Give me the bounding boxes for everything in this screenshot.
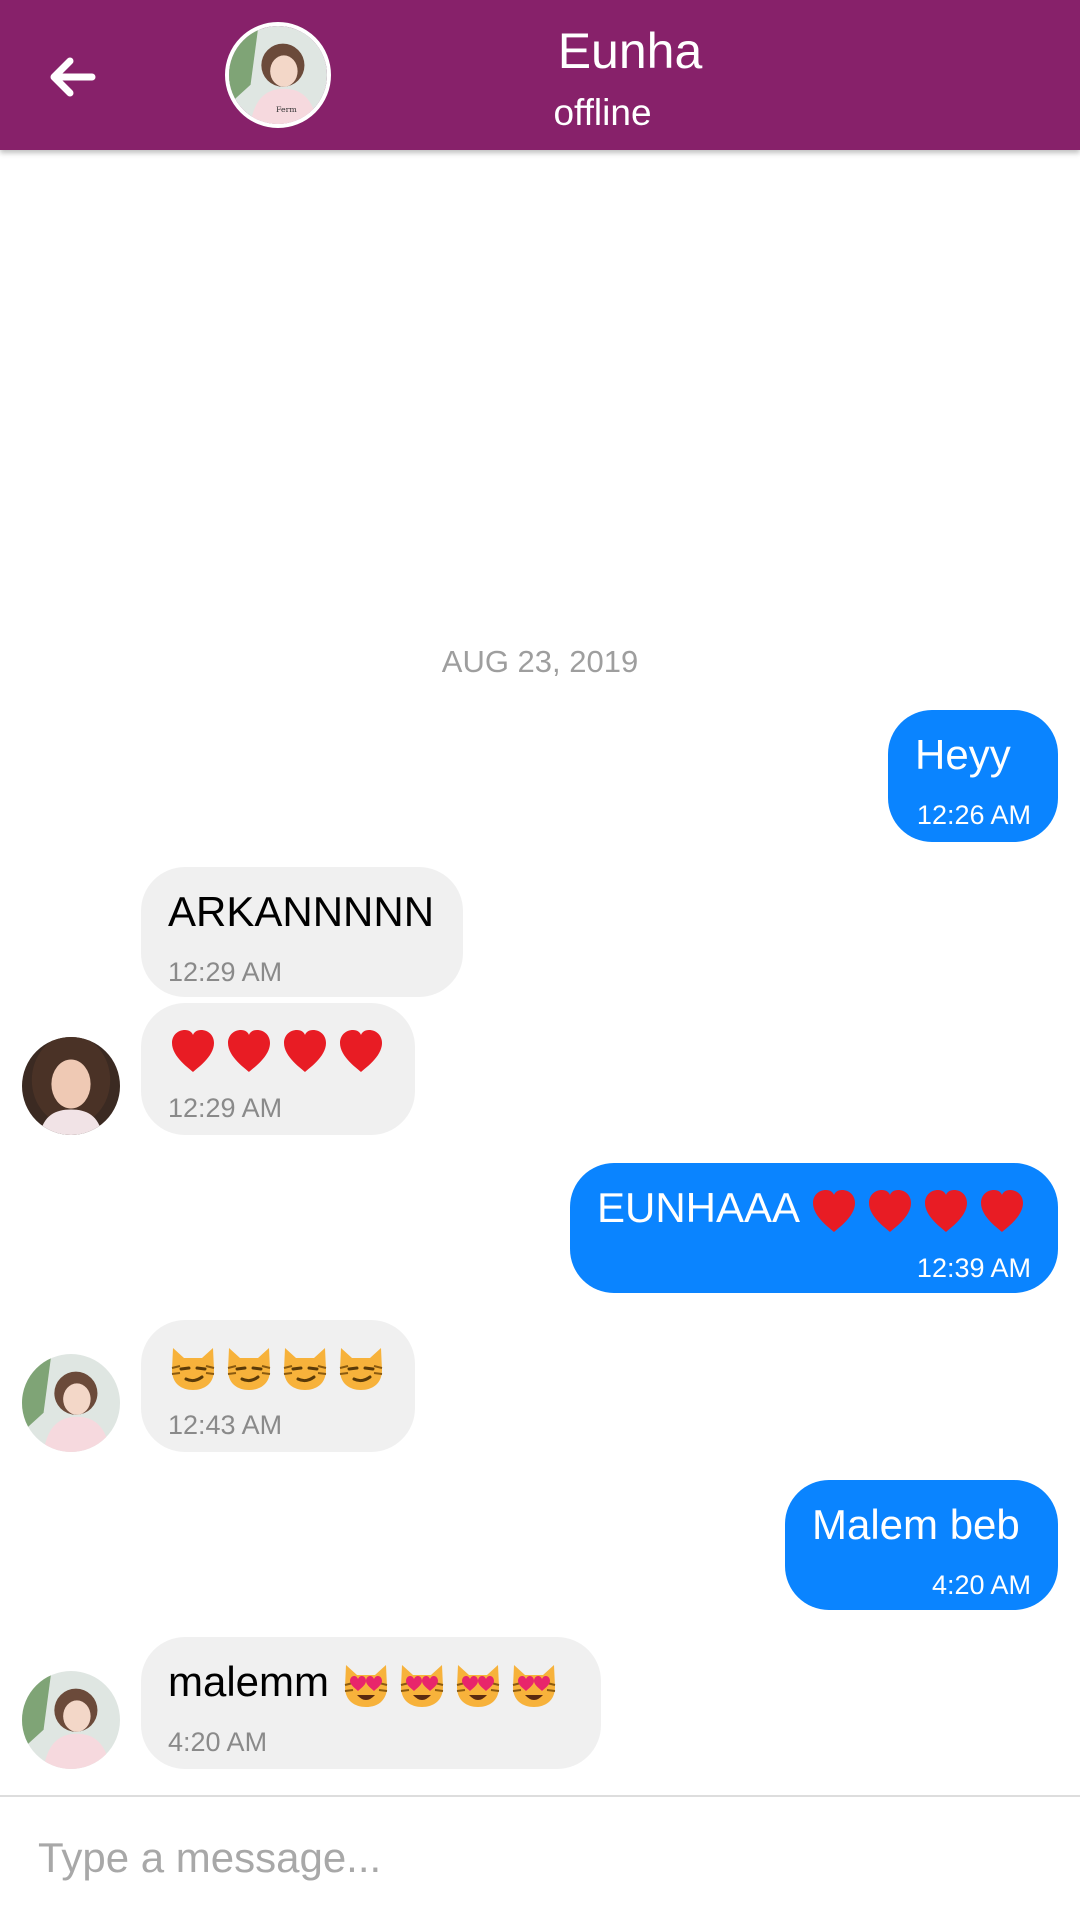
message-text-words: malemm bbox=[168, 1658, 330, 1705]
message-time: 12:43 AM bbox=[168, 1410, 283, 1440]
message-time: 12:26 AM bbox=[916, 800, 1031, 830]
message-bubble-incoming[interactable]: malemm 4:20 AM bbox=[141, 1637, 601, 1769]
heart-eyes-cat-icon bbox=[456, 1664, 499, 1707]
message-bubble-incoming[interactable]: ARKANNNNN 12:29 AM bbox=[141, 867, 463, 997]
message-bubble-outgoing[interactable]: Malem beb 4:20 AM bbox=[785, 1480, 1058, 1610]
back-arrow-icon bbox=[50, 57, 96, 97]
message-text: malemm bbox=[168, 1653, 559, 1711]
message-bubble-incoming[interactable]: 12:43 AM bbox=[141, 1320, 415, 1452]
sender-photo bbox=[22, 1354, 120, 1452]
date-separator: AUG 23, 2019 bbox=[441, 644, 639, 679]
sender-avatar[interactable] bbox=[22, 1354, 120, 1452]
sender-avatar[interactable] bbox=[22, 1037, 120, 1135]
heart-eyes-cat-icon bbox=[344, 1664, 387, 1707]
message-time: 12:29 AM bbox=[168, 957, 283, 987]
message-bubble-incoming[interactable]: 12:29 AM bbox=[141, 1003, 415, 1135]
message-text: Malem beb bbox=[812, 1501, 1020, 1548]
message-time: 4:20 AM bbox=[168, 1727, 268, 1757]
message-bubble-outgoing[interactable]: Heyy 12:26 AM bbox=[888, 710, 1058, 842]
message-composer bbox=[0, 1795, 1080, 1922]
smirking-cat-icon bbox=[283, 1347, 327, 1390]
red-heart-icon bbox=[284, 1029, 326, 1072]
red-heart-icon bbox=[981, 1189, 1024, 1232]
message-time: 4:20 AM bbox=[931, 1570, 1031, 1600]
red-heart-icon bbox=[340, 1029, 382, 1072]
contact-name: Eunha bbox=[557, 23, 703, 79]
heart-eyes-cat-icon bbox=[512, 1664, 555, 1707]
message-text: ARKANNNNN bbox=[168, 888, 435, 935]
message-text: Heyy bbox=[915, 731, 1011, 778]
back-button[interactable] bbox=[40, 45, 104, 109]
sender-avatar[interactable] bbox=[22, 1671, 120, 1769]
message-text bbox=[168, 1019, 386, 1077]
sender-photo bbox=[22, 1037, 120, 1135]
message-time: 12:29 AM bbox=[168, 1093, 283, 1123]
message-bubble-outgoing[interactable]: EUNHAAA 12:39 AM bbox=[570, 1163, 1058, 1293]
message-text-words: EUNHAAA bbox=[597, 1184, 798, 1231]
contact-status: offline bbox=[553, 92, 652, 133]
contact-avatar[interactable]: Ferm bbox=[225, 22, 331, 128]
smirking-cat-icon bbox=[227, 1347, 271, 1390]
smirking-cat-icon bbox=[171, 1347, 215, 1390]
red-heart-icon bbox=[172, 1029, 214, 1072]
red-heart-icon bbox=[813, 1189, 856, 1232]
red-heart-icon bbox=[228, 1029, 270, 1072]
red-heart-icon bbox=[869, 1189, 912, 1232]
contact-photo: Ferm bbox=[229, 26, 327, 124]
message-text bbox=[168, 1336, 386, 1394]
svg-text:Ferm: Ferm bbox=[276, 105, 297, 114]
smirking-cat-icon bbox=[339, 1347, 383, 1390]
message-time: 12:39 AM bbox=[916, 1253, 1031, 1283]
heart-eyes-cat-icon bbox=[400, 1664, 443, 1707]
red-heart-icon bbox=[925, 1189, 968, 1232]
message-input[interactable] bbox=[36, 1819, 1040, 1897]
chat-header: Ferm Eunha offline bbox=[0, 0, 1080, 150]
message-text: EUNHAAA bbox=[597, 1179, 1027, 1237]
sender-photo bbox=[22, 1671, 120, 1769]
